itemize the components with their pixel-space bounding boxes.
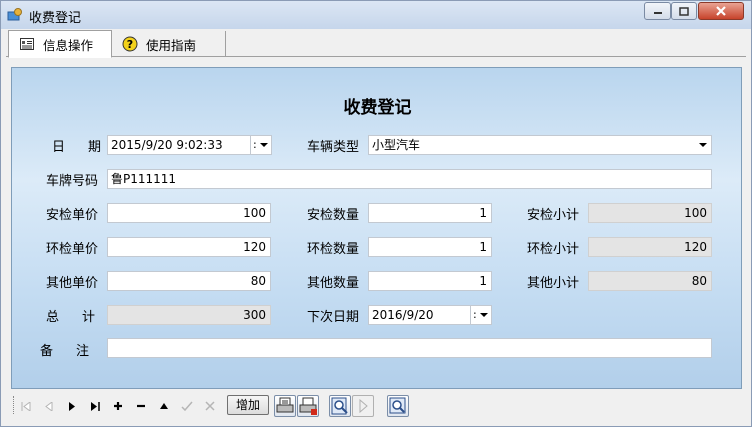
edit-record-button[interactable] (153, 395, 175, 417)
play-icon (359, 398, 368, 414)
env-subtotal-field: 120 (588, 237, 712, 257)
close-button[interactable] (698, 2, 744, 20)
total-field: 300 (107, 305, 271, 325)
first-record-icon (21, 401, 31, 411)
svg-text:?: ? (127, 38, 133, 51)
date-field[interactable]: 2015/9/20 9:02:33 (107, 135, 251, 155)
tab-label: 使用指南 (146, 37, 197, 53)
app-window: 收费登记 信息操作 ? 使用指南 收费登记 日期 2015/9/20 9:02:… (0, 0, 752, 427)
next-date-picker-button[interactable]: : (470, 305, 492, 325)
last-record-button[interactable] (84, 395, 106, 417)
printer-icon (276, 397, 294, 413)
vehicle-type-label: 车辆类型 (307, 140, 360, 155)
env-subtotal-label: 环检小计 (527, 242, 580, 257)
chevron-down-icon (260, 143, 268, 147)
vehicle-type-select[interactable]: 小型汽车 (368, 135, 712, 155)
tab-info-operation[interactable]: 信息操作 (8, 30, 112, 58)
minimize-icon (653, 12, 662, 14)
other-qty-label: 其他数量 (307, 276, 360, 291)
prev-record-button[interactable] (38, 395, 60, 417)
delete-record-button[interactable] (130, 395, 152, 417)
title-bar: 收费登记 (1, 1, 751, 29)
next-record-button[interactable] (61, 395, 83, 417)
tab-label: 信息操作 (43, 37, 94, 53)
edit-triangle-icon (160, 403, 168, 409)
safety-qty-label: 安检数量 (307, 208, 360, 223)
checkmark-icon (181, 401, 193, 411)
navigator-toolbar: 增加 (11, 392, 742, 422)
zoom-button[interactable] (387, 395, 409, 417)
help-icon: ? (122, 36, 138, 52)
next-record-icon (69, 401, 75, 411)
vehicle-type-value: 小型汽车 (372, 138, 421, 152)
add-button[interactable]: 增加 (227, 395, 269, 415)
window-title: 收费登记 (29, 11, 82, 26)
date-picker-button[interactable]: : (250, 135, 272, 155)
cancel-record-button[interactable] (199, 395, 221, 417)
magnifier-icon (389, 397, 406, 414)
print-setup-button[interactable] (297, 395, 319, 417)
plus-icon (114, 402, 122, 410)
next-date-label: 下次日期 (307, 310, 360, 325)
print-button[interactable] (274, 395, 296, 417)
minus-icon (137, 404, 145, 408)
form-icon (20, 38, 34, 50)
safety-subtotal-label: 安检小计 (527, 208, 580, 223)
maximize-icon (679, 6, 689, 16)
other-subtotal-field: 80 (588, 271, 712, 291)
other-price-label: 其他单价 (46, 276, 99, 291)
maximize-button[interactable] (671, 2, 697, 20)
plate-label: 车牌号码 (46, 174, 99, 189)
post-record-button[interactable] (176, 395, 198, 417)
last-record-icon (91, 401, 100, 411)
form-panel: 收费登记 日期 2015/9/20 9:02:33 : 车辆类型 小型汽车 车牌… (11, 67, 742, 389)
prev-record-icon (45, 401, 53, 411)
safety-qty-field[interactable]: 1 (368, 203, 492, 223)
other-subtotal-label: 其他小计 (527, 276, 580, 291)
form-heading: 收费登记 (343, 98, 412, 118)
cancel-x-icon (205, 401, 215, 411)
minimize-button[interactable] (644, 2, 671, 20)
plate-field[interactable]: 鲁P111111 (107, 169, 712, 189)
other-price-field[interactable]: 80 (107, 271, 271, 291)
other-qty-field[interactable]: 1 (368, 271, 492, 291)
printer-setup-icon (299, 397, 317, 415)
safety-subtotal-field: 100 (588, 203, 712, 223)
safety-price-field[interactable]: 100 (107, 203, 271, 223)
tab-bar: 信息操作 ? 使用指南 (6, 29, 746, 58)
preview-button[interactable] (329, 395, 351, 417)
safety-price-label: 安检单价 (46, 208, 99, 223)
first-record-button[interactable] (15, 395, 37, 417)
play-button[interactable] (352, 395, 374, 417)
env-price-label: 环检单价 (46, 242, 99, 257)
env-price-field[interactable]: 120 (107, 237, 271, 257)
env-qty-field[interactable]: 1 (368, 237, 492, 257)
remark-label: 备注 (40, 344, 113, 359)
close-icon (716, 6, 726, 16)
env-qty-label: 环检数量 (307, 242, 360, 257)
next-date-field[interactable]: 2016/9/20 (368, 305, 471, 325)
chevron-down-icon (480, 313, 488, 317)
insert-record-button[interactable] (107, 395, 129, 417)
chevron-down-icon (699, 143, 707, 147)
app-icon (7, 8, 22, 21)
remark-field[interactable] (107, 338, 712, 358)
magnifier-document-icon (331, 397, 348, 415)
tab-user-guide[interactable]: ? 使用指南 (112, 31, 226, 57)
